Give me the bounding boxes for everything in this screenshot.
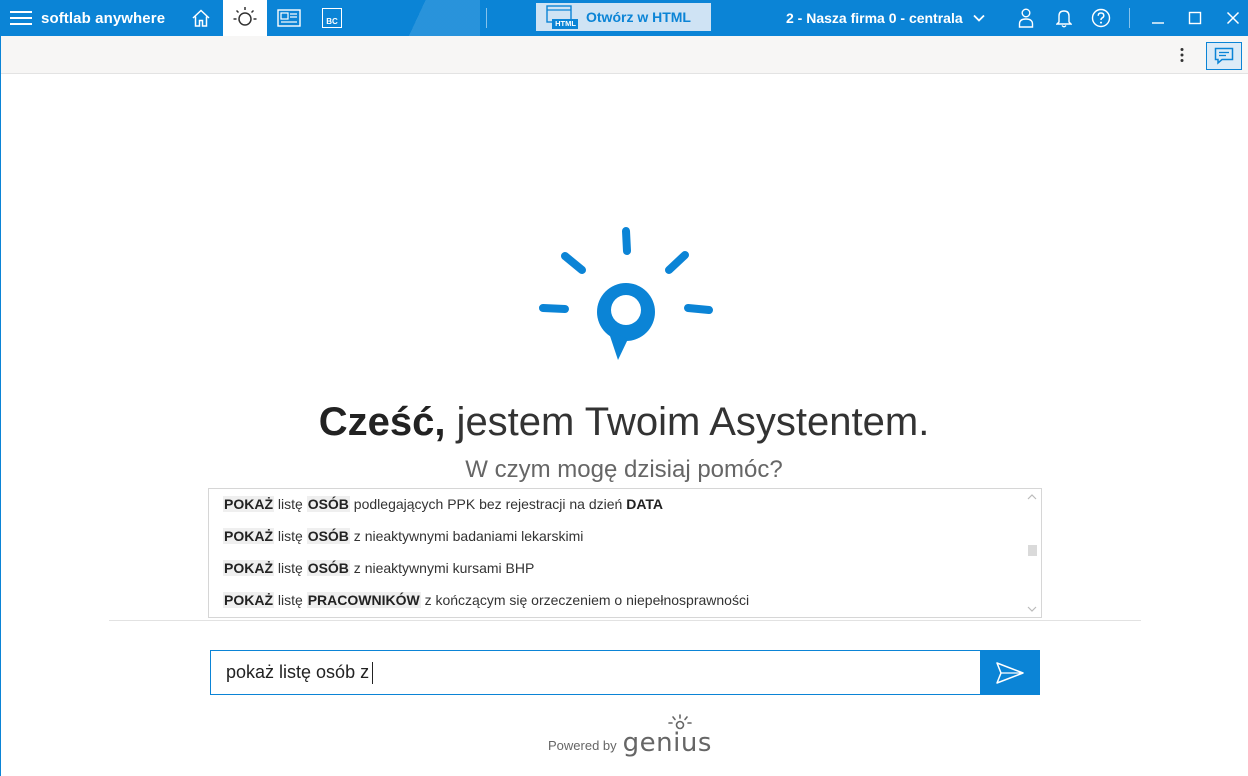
suggestions-list: POKAŻ listę OSÓB podlegających PPK bez r… [208,488,1042,618]
title-bar: softlab anywhere BC HTML Otwórz w HTML 2… [0,0,1248,36]
scroll-up-icon[interactable] [1027,492,1037,502]
suggestion-item[interactable]: POKAŻ listę OSÓB z nieaktywnymi badaniam… [223,524,583,548]
suggestion-verb: POKAŻ [223,592,274,608]
greeting-text: jestem Twoim Asystentem. [445,400,930,444]
open-in-html-label: Otwórz w HTML [586,9,691,25]
bell-icon[interactable] [1053,0,1075,36]
minimize-icon[interactable] [1148,0,1168,36]
assistant-bulb-icon[interactable] [223,0,267,36]
suggestion-object: OSÓB [306,528,350,544]
news-icon[interactable] [268,0,310,36]
genius-brand: genius [622,714,712,758]
suggestion-object: OSÓB [306,560,350,576]
menu-icon[interactable] [8,0,34,36]
suggestion-verb: POKAŻ [223,496,274,512]
suggestion-item[interactable]: POKAŻ listę OSÓB podlegających PPK bez r… [223,492,663,516]
suggestion-object: OSÓB [306,496,350,512]
chat-toggle-button[interactable] [1206,42,1242,70]
suggestion-verb: POKAŻ [223,560,274,576]
suggestion-item[interactable]: POKAŻ listę PRACOWNIKÓW z kończącym się … [223,588,749,612]
query-field[interactable] [210,650,981,695]
suggestion-text: podlegających PPK bez rejestracji na dzi… [349,496,627,512]
suggestion-verb: POKAŻ [223,528,274,544]
suggestion-param: DATA [626,496,664,512]
query-input[interactable] [224,661,968,684]
send-button[interactable] [980,650,1040,695]
bc-icon-label: BC [322,8,342,28]
suggestion-text: listę [274,560,307,576]
suggestion-text: z nieaktywnymi badaniami lekarskimi [349,528,584,544]
help-icon[interactable] [1090,0,1112,36]
suggestion-text: listę [274,496,307,512]
greeting-bold: Cześć, [318,400,446,444]
assistant-logo-icon [539,227,713,360]
open-in-html-button[interactable]: HTML Otwórz w HTML [536,3,711,31]
text-caret [372,662,373,684]
bc-icon[interactable]: BC [311,0,353,36]
more-options-icon[interactable] [1172,44,1192,66]
chevron-down-icon [973,14,985,22]
home-icon[interactable] [180,0,222,36]
html-window-icon: HTML [544,5,578,29]
scroll-down-icon[interactable] [1027,604,1037,614]
suggestion-text: listę [274,528,307,544]
divider [486,8,487,28]
powered-by-label: Powered by [548,738,617,753]
suggestion-text: z kończącym się orzeczeniem o niepełnosp… [420,592,750,608]
toolbar [0,36,1248,74]
divider [1129,8,1130,28]
genius-brand-text: genius [622,728,712,758]
html-icon-text: HTML [555,19,576,28]
greeting-subtitle: W czym mogę dzisiaj pomóc? [465,456,783,483]
chat-icon [1214,47,1234,65]
user-icon[interactable] [1015,0,1037,36]
suggestion-text: z nieaktywnymi kursami BHP [349,560,535,576]
send-icon [996,661,1024,684]
suggestion-item[interactable]: POKAŻ listę OSÓB z nieaktywnymi kursami … [223,556,534,580]
powered-by: Powered by genius [548,714,712,758]
close-icon[interactable] [1223,0,1243,36]
company-label: 2 - Nasza firma 0 - centrala [786,10,963,26]
genius-logo-icon [667,714,692,730]
scrollbar-thumb[interactable] [1028,545,1037,556]
separator [109,620,1141,621]
decorative-stripe [360,0,480,36]
greeting-heading: Cześć, jestem Twoim Asystentem. [0,400,1248,445]
maximize-icon[interactable] [1185,0,1205,36]
suggestion-text: listę [274,592,307,608]
app-name: softlab anywhere [41,9,166,27]
suggestion-object: PRACOWNIKÓW [306,592,421,608]
company-selector[interactable]: 2 - Nasza firma 0 - centrala [786,0,985,36]
